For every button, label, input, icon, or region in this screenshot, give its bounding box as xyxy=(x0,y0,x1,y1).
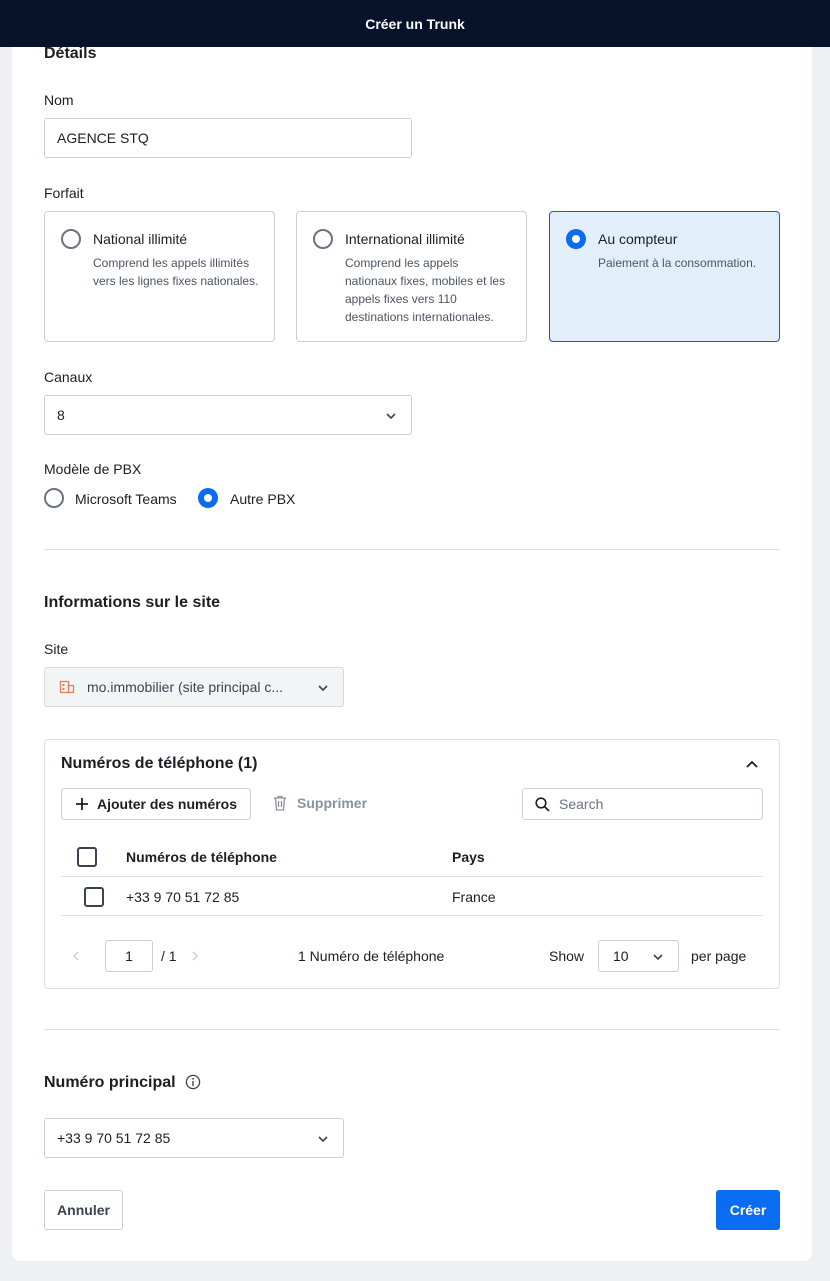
name-input[interactable]: AGENCE STQ xyxy=(44,118,412,158)
search-icon xyxy=(535,796,550,812)
plan-description: Paiement à la consommation. xyxy=(598,256,757,270)
pbx-option-autre-label[interactable]: Autre PBX xyxy=(230,491,295,507)
search-input[interactable]: Search xyxy=(522,788,763,820)
plan-card-au-compteur[interactable]: Au compteur Paiement à la consommation. xyxy=(549,211,780,342)
channels-label: Canaux xyxy=(44,369,93,385)
info-icon[interactable] xyxy=(185,1074,201,1090)
add-numbers-label: Ajouter des numéros xyxy=(96,796,238,812)
search-placeholder: Search xyxy=(559,796,604,812)
create-button-label: Créer xyxy=(729,1202,767,1218)
channels-select[interactable]: 8 xyxy=(44,395,412,435)
plan-radio-au-compteur[interactable] xyxy=(566,229,586,249)
per-page-select[interactable]: 10 xyxy=(598,940,679,972)
phone-numbers-panel: Numéros de téléphone (1) Ajouter des num… xyxy=(44,739,780,989)
plan-title: National illimité xyxy=(93,231,188,247)
modal-body: Détails Nom AGENCE STQ Forfait National … xyxy=(12,45,812,1261)
plan-radio-national[interactable] xyxy=(61,229,81,249)
site-select-value: mo.immobilier (site principal c... xyxy=(87,679,284,695)
plan-description: Comprend les appels nationaux fixes, mob… xyxy=(345,256,506,324)
trash-icon xyxy=(274,795,286,811)
select-all-checkbox[interactable] xyxy=(77,847,97,867)
site-section-title: Informations sur le site xyxy=(44,594,221,611)
page-input-value: 1 xyxy=(125,948,133,964)
modal-title: Créer un Trunk xyxy=(365,15,465,32)
main-number-title: Numéro principal xyxy=(44,1074,176,1091)
name-input-value: AGENCE STQ xyxy=(57,130,149,146)
channels-select-value: 8 xyxy=(57,407,65,423)
chevron-down-icon xyxy=(386,413,396,420)
delete-button[interactable]: Supprimer xyxy=(273,795,367,811)
divider xyxy=(44,1029,780,1030)
divider xyxy=(61,915,763,916)
divider xyxy=(44,549,780,550)
site-label: Site xyxy=(44,641,69,657)
cancel-button[interactable]: Annuler xyxy=(44,1190,123,1230)
table-row: +33 9 70 51 72 85 France xyxy=(61,877,763,915)
add-numbers-button[interactable]: Ajouter des numéros xyxy=(61,788,251,820)
create-button[interactable]: Créer xyxy=(716,1190,780,1230)
column-header-country[interactable]: Pays xyxy=(452,849,485,865)
per-page-label: per page xyxy=(691,948,747,964)
plan-card-national[interactable]: National illimité Comprend les appels il… xyxy=(44,211,275,342)
modal-header: Créer un Trunk xyxy=(0,0,830,47)
main-number-select[interactable]: +33 9 70 51 72 85 xyxy=(44,1118,344,1158)
pbx-radio-autre[interactable] xyxy=(198,488,218,508)
chevron-down-icon xyxy=(318,1136,328,1143)
plus-icon xyxy=(75,798,88,810)
delete-label: Supprimer xyxy=(297,795,368,811)
plan-title: International illimité xyxy=(345,231,465,247)
details-section-title: Détails xyxy=(44,45,97,62)
per-page-value: 10 xyxy=(613,948,629,964)
chevron-right-icon[interactable] xyxy=(191,951,199,961)
chevron-down-icon xyxy=(653,954,663,961)
chevron-down-icon xyxy=(318,685,328,692)
plan-title: Au compteur xyxy=(598,231,678,247)
page-input[interactable]: 1 xyxy=(105,940,153,972)
main-number-value: +33 9 70 51 72 85 xyxy=(57,1130,171,1146)
cancel-button-label: Annuler xyxy=(57,1202,110,1218)
pbx-radio-teams[interactable] xyxy=(44,488,64,508)
total-pages: / 1 xyxy=(161,948,177,964)
row-country: France xyxy=(452,889,496,905)
result-count: 1 Numéro de téléphone xyxy=(298,948,445,964)
chevron-left-icon[interactable] xyxy=(72,951,80,961)
show-label: Show xyxy=(549,948,585,964)
row-number: +33 9 70 51 72 85 xyxy=(126,889,240,905)
pbx-option-teams-label[interactable]: Microsoft Teams xyxy=(75,491,177,507)
plan-label: Forfait xyxy=(44,185,84,201)
plan-radio-international[interactable] xyxy=(313,229,333,249)
chevron-up-icon[interactable] xyxy=(745,757,759,771)
row-checkbox[interactable] xyxy=(84,887,104,907)
phone-numbers-title: Numéros de téléphone (1) xyxy=(61,755,258,772)
column-header-number[interactable]: Numéros de téléphone xyxy=(126,849,277,865)
plan-description: Comprend les appels illimités vers les l… xyxy=(93,256,259,288)
pbx-label: Modèle de PBX xyxy=(44,461,142,477)
plan-card-international[interactable]: International illimité Comprend les appe… xyxy=(296,211,527,342)
name-label: Nom xyxy=(44,92,74,108)
building-icon xyxy=(59,680,75,694)
site-select[interactable]: mo.immobilier (site principal c... xyxy=(44,667,344,707)
